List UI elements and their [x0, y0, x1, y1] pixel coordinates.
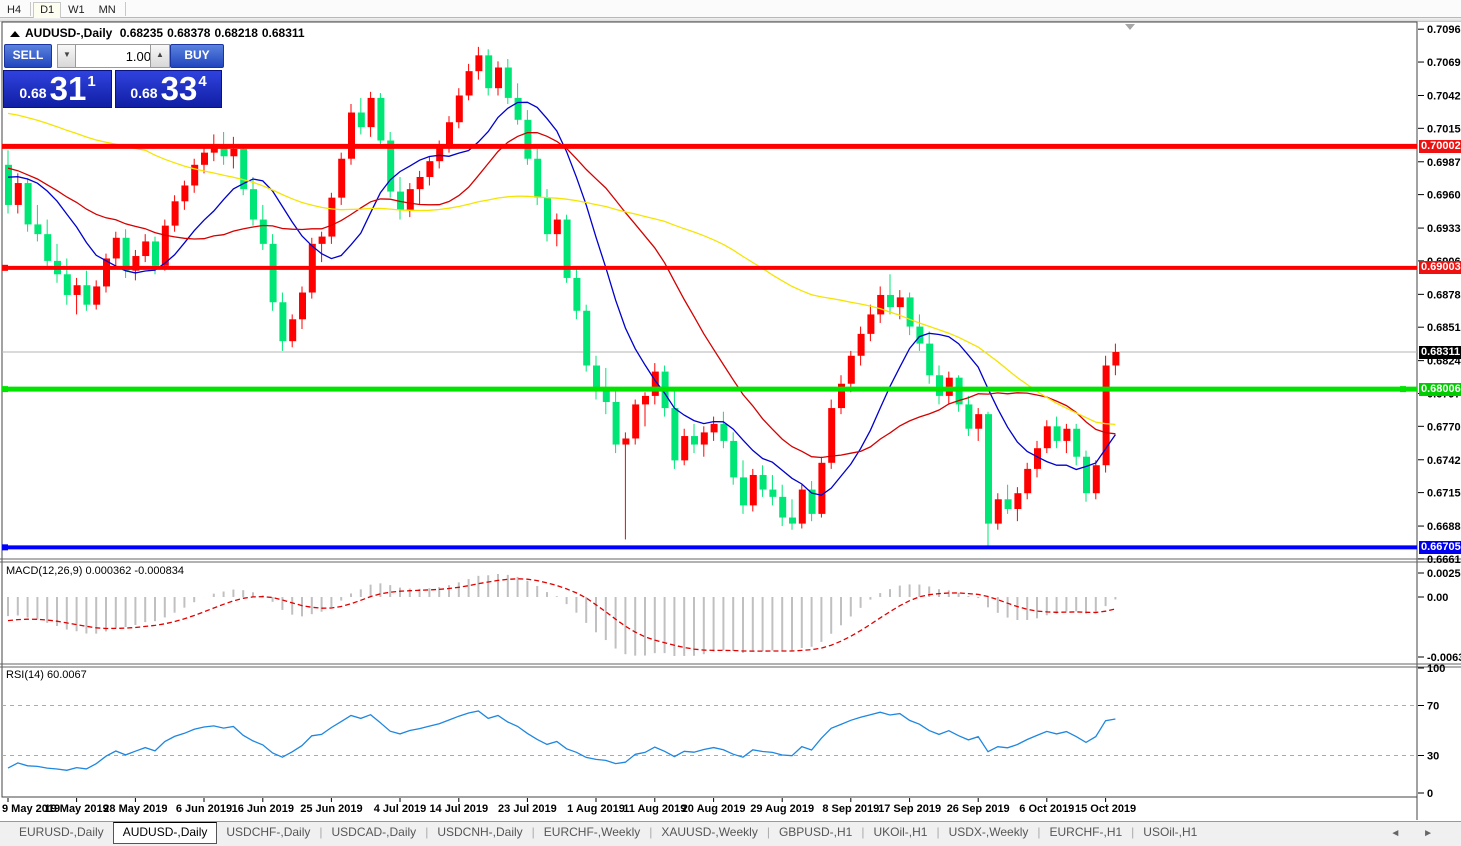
trading-terminal-window: H4D1W1MN 0.709650.706950.704200.701500.6… [0, 0, 1461, 846]
chart-tab-eurusd-daily[interactable]: EURUSD-,Daily [10, 822, 113, 843]
svg-text:0.67425: 0.67425 [1427, 455, 1461, 467]
chart-tab-usoil-h1[interactable]: USOil-,H1 [1134, 822, 1206, 843]
svg-text:0.69875: 0.69875 [1427, 157, 1461, 169]
svg-text:19 May 2019: 19 May 2019 [44, 803, 108, 815]
volume-increase-button[interactable]: ▲ [150, 44, 170, 68]
svg-text:6 Jun 2019: 6 Jun 2019 [176, 803, 232, 815]
svg-text:28 May 2019: 28 May 2019 [103, 803, 167, 815]
chart-tab-eurchf-h1[interactable]: EURCHF-,H1 [1041, 822, 1132, 843]
chart-title: AUDUSD-,Daily 0.68235 0.68378 0.68218 0.683… [10, 26, 309, 40]
chart-tab-eurchf-weekly[interactable]: EURCHF-,Weekly [535, 822, 649, 843]
price-tag-0.66705: 0.66705 [1419, 541, 1461, 554]
buy-price-big: 33 [161, 74, 198, 104]
price-tag-0.68311: 0.68311 [1419, 346, 1461, 359]
chart-tab-usdcad-daily[interactable]: USDCAD-,Daily [323, 822, 426, 843]
buy-price-prefix: 0.68 [130, 82, 157, 104]
svg-text:0.70150: 0.70150 [1427, 123, 1461, 135]
svg-text:100: 100 [1427, 663, 1445, 675]
svg-text:1 Aug 2019: 1 Aug 2019 [567, 803, 625, 815]
svg-text:0.69605: 0.69605 [1427, 190, 1461, 202]
sell-price-big: 31 [50, 74, 87, 104]
chart-tab-ukoil-h1[interactable]: UKOil-,H1 [864, 822, 936, 843]
svg-text:70: 70 [1427, 701, 1439, 713]
low-value: 0.68218 [214, 26, 257, 40]
volume-decrease-button[interactable]: ▼ [57, 44, 77, 68]
high-value: 0.68378 [167, 26, 210, 40]
chart-tab-audusd-daily[interactable]: AUDUSD-,Daily [113, 822, 218, 844]
svg-text:0.69330: 0.69330 [1427, 223, 1461, 235]
collapse-icon[interactable] [10, 31, 20, 37]
chart-canvas[interactable]: 0.70965 0.70695 0.70420 0.70150 0.69875 0.696… [0, 0, 1461, 846]
close-value: 0.68311 [262, 26, 305, 40]
svg-text:17 Sep 2019: 17 Sep 2019 [878, 803, 941, 815]
macd-label: MACD(12,26,9) 0.000362 -0.000834 [6, 565, 184, 577]
tab-scroll-arrows[interactable]: ◄ ► [1390, 828, 1443, 839]
svg-text:4 Jul 2019: 4 Jul 2019 [374, 803, 427, 815]
svg-text:26 Sep 2019: 26 Sep 2019 [947, 803, 1010, 815]
svg-text:0.70695: 0.70695 [1427, 57, 1461, 69]
svg-text:30: 30 [1427, 751, 1439, 763]
chart-svg[interactable]: 0.70965 0.70695 0.70420 0.70150 0.69875 0.696… [0, 0, 1461, 846]
price-tag-0.68006: 0.68006 [1419, 383, 1461, 396]
svg-text:0.00: 0.00 [1427, 592, 1448, 604]
sell-price-pipette: 1 [87, 73, 95, 90]
svg-text:0.70965: 0.70965 [1427, 24, 1461, 36]
svg-text:0.002574: 0.002574 [1427, 568, 1461, 580]
rsi-label: RSI(14) 60.0067 [6, 669, 87, 681]
svg-text:0.68515: 0.68515 [1427, 322, 1461, 334]
svg-text:0.66610: 0.66610 [1427, 554, 1461, 566]
svg-text:25 Jun 2019: 25 Jun 2019 [300, 803, 362, 815]
svg-text:15 Oct 2019: 15 Oct 2019 [1075, 803, 1136, 815]
price-tag-0.70002: 0.70002 [1419, 140, 1461, 153]
chart-tab-usdx-weekly[interactable]: USDX-,Weekly [940, 822, 1038, 843]
sell-button[interactable]: SELL [4, 44, 52, 68]
chart-tab-xauusd-weekly[interactable]: XAUUSD-,Weekly [652, 822, 766, 843]
symbol-tab-bar: EURUSD-,DailyAUDUSD-,DailyUSDCHF-,Daily|… [0, 821, 1461, 846]
chart-tab-gbpusd-h1[interactable]: GBPUSD-,H1 [770, 822, 861, 843]
svg-text:29 Aug 2019: 29 Aug 2019 [750, 803, 814, 815]
svg-text:0.67700: 0.67700 [1427, 421, 1461, 433]
svg-text:6 Oct 2019: 6 Oct 2019 [1019, 803, 1074, 815]
chart-tab-usdcnh-daily[interactable]: USDCNH-,Daily [428, 822, 531, 843]
symbol-period-label: AUDUSD-,Daily [25, 26, 112, 40]
sell-quote-box[interactable]: 0.68 31 1 [3, 70, 112, 108]
svg-text:16 Jun 2019: 16 Jun 2019 [232, 803, 294, 815]
svg-text:0: 0 [1427, 788, 1433, 800]
volume-input[interactable] [75, 44, 160, 68]
price-tag-0.69003: 0.69003 [1419, 261, 1461, 274]
open-value: 0.68235 [120, 26, 163, 40]
svg-text:11 Aug 2019: 11 Aug 2019 [623, 803, 686, 815]
svg-text:14 Jul 2019: 14 Jul 2019 [429, 803, 488, 815]
svg-text:0.68785: 0.68785 [1427, 289, 1461, 301]
svg-text:8 Sep 2019: 8 Sep 2019 [822, 803, 879, 815]
sell-price-prefix: 0.68 [19, 82, 46, 104]
buy-button[interactable]: BUY [170, 44, 224, 68]
chart-tab-usdchf-daily[interactable]: USDCHF-,Daily [217, 822, 319, 843]
buy-quote-box[interactable]: 0.68 33 4 [115, 70, 222, 108]
svg-text:0.66880: 0.66880 [1427, 521, 1461, 533]
buy-price-pipette: 4 [198, 73, 206, 90]
svg-text:20 Aug 2019: 20 Aug 2019 [682, 803, 746, 815]
svg-text:0.67155: 0.67155 [1427, 488, 1461, 500]
svg-text:0.70420: 0.70420 [1427, 90, 1461, 102]
svg-text:23 Jul 2019: 23 Jul 2019 [498, 803, 557, 815]
